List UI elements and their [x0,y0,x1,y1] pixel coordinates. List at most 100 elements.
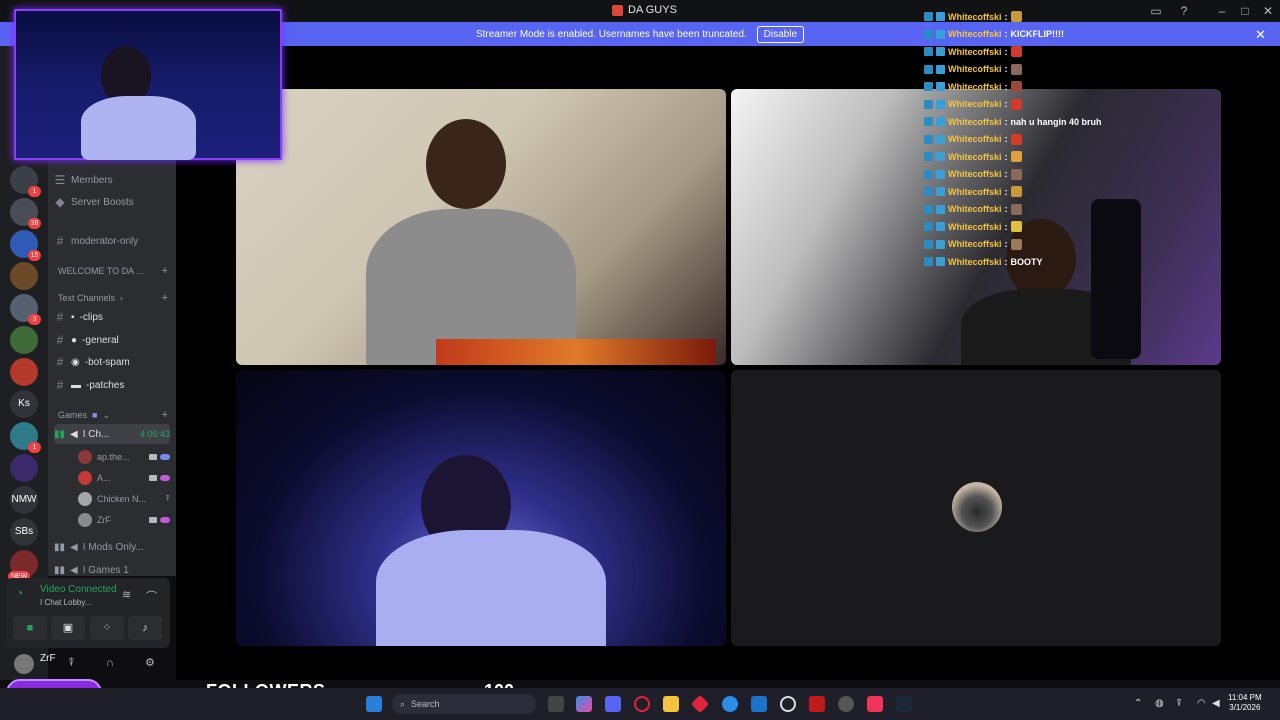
voice-channel-chat-lobby[interactable]: ▮▮ ◀ I Ch... 4:06:43 [54,424,170,444]
music-icon[interactable] [867,696,883,712]
notification-badge: 28 [28,218,41,229]
minimize-button[interactable]: – [1214,3,1230,19]
discord-icon[interactable] [605,696,621,712]
channel-general[interactable]: # ● -general [54,330,170,350]
activities-button[interactable]: ⁘ [90,616,124,640]
server-icon[interactable]: SBs [10,518,38,546]
server-icon[interactable]: 1 [10,422,41,453]
chat-username: Whitecoffski [948,11,1002,22]
help-app-icon[interactable] [722,696,738,712]
camera-icon [149,454,157,460]
maximize-button[interactable]: □ [1237,3,1253,19]
chat-username: Whitecoffski [948,204,1002,214]
category-games[interactable]: Games ■ ⌄ [58,405,170,425]
user-name[interactable]: ZrF [40,653,56,664]
server-icon[interactable]: 1 [10,166,41,197]
disconnect-icon[interactable]: ⌒ [146,588,157,604]
server-icon[interactable] [10,326,38,354]
volume-icon[interactable]: ◀ [1212,698,1220,709]
chat-badge-icon [936,257,945,266]
outlook-icon[interactable] [751,696,767,712]
server-icon[interactable]: 15 [10,230,41,261]
emote-icon [1010,221,1022,232]
mic-tray-icon[interactable]: ⍒ [1176,698,1182,709]
voice-user[interactable]: Chicken N... ⍒ [78,490,170,508]
inbox-icon[interactable]: ▭ [1148,3,1164,19]
category-text-channels[interactable]: Text Channels › [58,288,170,308]
channel-bot-spam[interactable]: # ◉ -bot-spam [54,352,170,372]
voice-channel-name[interactable]: I Chat Lobby... [40,598,91,607]
notification-badge: 1 [28,186,41,197]
chat-message: Whitecoffski: nah u hangin 40 bruh [924,113,1102,130]
help-icon[interactable]: ? [1176,3,1192,19]
voice-status[interactable]: Video Connected [40,584,117,595]
members-item[interactable]: ☰ Members [54,170,170,190]
channel-moderator-only[interactable]: # moderator-only [54,231,170,251]
chat-badge-icon [924,169,933,179]
video-tile[interactable] [236,370,726,646]
hash-icon: # [56,333,64,347]
notification-badge: 15 [28,250,41,261]
voice-channel-games-1[interactable]: ▮▮ ◀ I Games 1 [54,560,170,580]
server-icon[interactable] [10,358,38,386]
server-icon[interactable] [10,454,38,482]
server-icon[interactable]: NEW [8,550,38,582]
server-icon[interactable]: NMW [10,486,38,514]
taskbar-search[interactable]: ⌕ Search [392,694,536,714]
noise-suppression-icon[interactable]: ≋ [122,588,131,601]
chat-badge-icon [924,204,933,214]
screen-share-button[interactable]: ▣ [51,616,85,640]
avatar[interactable] [14,654,34,674]
channel-clips[interactable]: # ▪ -clips [54,307,170,327]
soundboard-button[interactable]: ♪ [128,616,162,640]
add-channel-icon[interactable]: + [162,292,168,304]
notification-badge: 1 [28,442,41,453]
mic-icon[interactable]: ⍒ [68,657,75,670]
channel-label: -general [82,334,119,346]
opera-icon[interactable] [634,696,650,712]
chat-badge-icon [924,187,933,196]
disable-streamer-mode-button[interactable]: Disable [756,25,805,43]
add-channel-icon[interactable]: + [162,409,168,421]
voice-user[interactable]: A... [78,469,170,487]
gear-icon[interactable]: ⚙ [145,656,155,669]
copilot-icon[interactable] [576,696,592,712]
avatar [78,513,92,527]
chat-username: Whitecoffski [948,239,1002,249]
voice-user[interactable]: ZrF [78,511,170,529]
chat-username: Whitecoffski [948,99,1002,109]
server-icon[interactable]: Ks [10,390,38,418]
camera-toggle-button[interactable]: ■ [13,616,47,640]
chevron-up-icon[interactable]: ⌃ [1134,698,1142,709]
video-tile[interactable] [236,89,726,365]
start-icon[interactable] [366,696,382,712]
chat-badge-icon [924,152,933,161]
clock[interactable]: 11:04 PM 3/1/2026 [1228,693,1262,713]
server-icon[interactable]: 3 [10,294,41,325]
emote-icon [1010,11,1022,22]
headphones-icon[interactable]: ∩ [106,657,114,669]
voice-channel-mods-only[interactable]: ▮▮ ◀ I Mods Only... [54,537,170,557]
chrome-icon[interactable] [838,696,854,712]
steam-icon[interactable] [896,696,912,712]
network-tray-icon[interactable]: ◍ [1155,698,1164,709]
notification-badge: 3 [28,314,41,325]
app-icon[interactable] [809,696,825,712]
chat-separator: : [1004,29,1008,39]
server-label: Ks [18,398,30,409]
wifi-icon[interactable]: ◠ [1197,698,1206,709]
task-view-icon[interactable] [548,696,564,712]
server-icon[interactable]: 28 [10,198,41,229]
chat-separator: : [1004,11,1008,22]
voice-user[interactable]: ap.the... [78,448,170,466]
close-icon[interactable]: ✕ [1255,27,1266,43]
channel-patches[interactable]: # ▬ -patches [54,375,170,395]
add-channel-icon[interactable]: + [162,265,168,277]
obs-icon[interactable] [780,696,796,712]
category-welcome[interactable]: WELCOME TO DA ... [58,261,170,281]
server-icon[interactable] [10,262,38,290]
server-boosts-item[interactable]: ◆ Server Boosts [54,192,170,212]
close-window-button[interactable]: ✕ [1260,3,1276,19]
file-explorer-icon[interactable] [663,696,679,712]
avatar [952,482,1002,532]
